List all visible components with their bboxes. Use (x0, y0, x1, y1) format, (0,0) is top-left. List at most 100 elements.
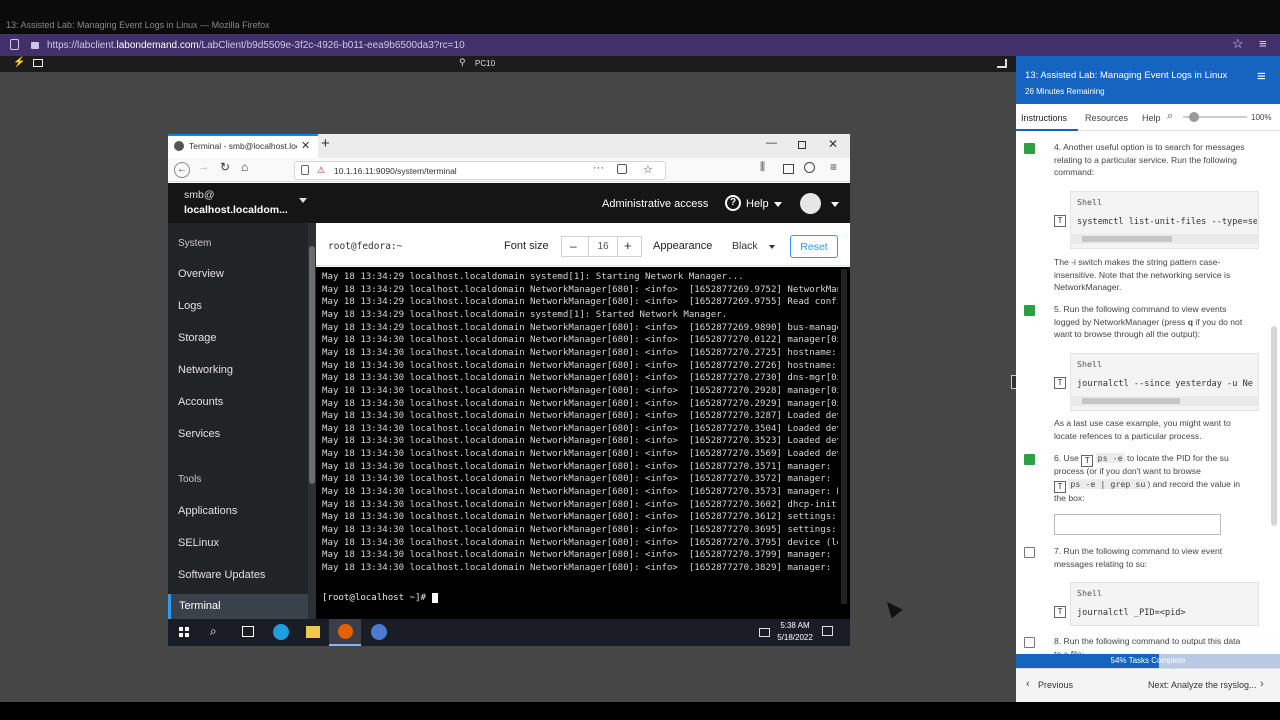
nav-item-logs[interactable]: Logs (178, 300, 202, 312)
nav-item-overview[interactable]: Overview (178, 268, 224, 280)
help-icon[interactable]: ? (725, 195, 741, 211)
step-5-checkbox[interactable] (1024, 305, 1035, 316)
user-name: smb@ (184, 189, 215, 201)
nav-item-applications[interactable]: Applications (178, 505, 237, 517)
nav-item-terminal[interactable]: Terminal (168, 594, 308, 619)
forward-icon[interactable]: → (198, 161, 209, 173)
pid-answer-input[interactable] (1054, 514, 1221, 535)
appearance-select[interactable]: Black (725, 236, 777, 257)
close-window-icon[interactable]: ✕ (828, 137, 838, 151)
zoom-value: 100% (1251, 113, 1272, 122)
taskbar-time[interactable]: 5:38 AM (776, 621, 814, 630)
tab-resources[interactable]: Resources (1085, 113, 1128, 123)
task-view-icon[interactable] (242, 626, 254, 637)
remote-app-icon[interactable] (371, 624, 387, 640)
nav-item-accounts[interactable]: Accounts (178, 396, 223, 408)
host-selector[interactable]: localhost.localdom... (184, 204, 288, 216)
restore-icon[interactable] (798, 141, 806, 149)
step-8-checkbox[interactable] (1024, 637, 1035, 648)
font-size-decrease-button[interactable]: – (570, 239, 577, 253)
tab-terminal[interactable]: Terminal - smb@localhost.loca ✕ (168, 134, 318, 158)
edge-icon[interactable] (273, 624, 289, 640)
font-size-stepper[interactable]: – 16 + (561, 236, 642, 257)
zoom-slider-thumb[interactable] (1189, 112, 1199, 122)
nav-item-software-updates[interactable]: Software Updates (178, 569, 265, 581)
menu-icon[interactable]: ≡ (1259, 36, 1267, 51)
help-menu[interactable]: Help (746, 198, 769, 210)
step-6-text-4: the box: (1054, 493, 1085, 503)
previous-button[interactable]: Previous (1038, 680, 1073, 690)
step-5-code[interactable]: journalctl --since yesterday -u Ne (1077, 379, 1257, 389)
new-tab-icon[interactable]: + (321, 135, 330, 152)
instructions-scrollbar[interactable] (1271, 326, 1277, 526)
close-tab-icon[interactable]: ✕ (301, 139, 310, 152)
bookmark-star-icon[interactable]: ☆ (643, 163, 653, 176)
step-7-shell-label: Shell (1077, 588, 1102, 598)
power-icon[interactable]: ⚡ (13, 57, 25, 68)
next-button[interactable]: Next: Analyze the rsyslog... (1148, 680, 1257, 690)
notifications-icon[interactable] (822, 626, 833, 636)
menu-icon[interactable]: ≡ (830, 160, 837, 174)
step-6-code-1[interactable]: ps -e (1095, 453, 1125, 463)
monitor-icon[interactable] (33, 59, 43, 67)
step-5-text-2c: if you do not (1193, 316, 1243, 327)
step-6-code-2[interactable]: ps -e | grep su (1068, 479, 1148, 489)
avatar[interactable] (800, 193, 821, 214)
file-explorer-icon[interactable] (306, 626, 320, 638)
reload-icon[interactable]: ↻ (220, 160, 230, 174)
step-4-checkbox[interactable] (1024, 143, 1035, 154)
scroll-thumb[interactable] (1082, 398, 1180, 404)
font-size-value[interactable]: 16 (588, 237, 618, 256)
font-size-increase-button[interactable]: + (624, 238, 632, 253)
account-icon[interactable] (804, 162, 815, 173)
sidebar-icon[interactable] (783, 164, 794, 174)
step-8-text-1: 8. Run the following command to output t… (1054, 636, 1241, 646)
chevron-right-icon[interactable]: › (1260, 678, 1264, 690)
caret-down-icon[interactable] (774, 202, 782, 207)
pocket-icon[interactable] (617, 164, 627, 174)
outer-url-text[interactable]: https://labclient.labondemand.com/LabCli… (47, 40, 465, 51)
nav-item-networking[interactable]: Networking (178, 364, 233, 376)
scroll-thumb[interactable] (1082, 236, 1172, 242)
search-icon[interactable]: ⌕ (210, 624, 217, 639)
inner-url-field[interactable]: ⚠ 10.1.16.11:9090/system/terminal ☆ ··· (294, 161, 666, 180)
step-7-code[interactable]: journalctl _PID=<pid> (1077, 608, 1257, 618)
terminal-output[interactable]: May 18 13:34:29 localhost.localdomain sy… (316, 267, 850, 619)
hamburger-menu-icon[interactable]: ≡ (1257, 68, 1266, 85)
terminal-line: May 18 13:34:30 localhost.localdomain Ne… (322, 373, 838, 384)
more-actions-icon[interactable]: ··· (593, 162, 604, 174)
step-4-code[interactable]: systemctl list-unit-files --type=se (1077, 217, 1257, 227)
pin-icon[interactable]: ⚲ (459, 57, 466, 68)
tab-help[interactable]: Help (1142, 113, 1161, 123)
type-text-icon[interactable]: T (1054, 377, 1066, 389)
caret-down-icon[interactable] (831, 202, 839, 207)
back-icon[interactable]: ← (174, 162, 190, 178)
taskbar-date[interactable]: 5/18/2022 (774, 633, 816, 642)
type-text-icon[interactable]: T (1054, 606, 1066, 618)
terminal-line: May 18 13:34:30 localhost.localdomain Ne… (322, 550, 838, 561)
administrative-access-button[interactable]: Administrative access (602, 198, 708, 210)
minimize-icon[interactable]: — (766, 137, 777, 149)
nav-item-storage[interactable]: Storage (178, 332, 217, 344)
type-text-icon[interactable]: T (1054, 215, 1066, 227)
step-7-checkbox[interactable] (1024, 547, 1035, 558)
terminal-prompt[interactable]: [root@localhost ~]# (322, 592, 838, 605)
start-icon[interactable] (179, 627, 189, 637)
network-tray-icon[interactable] (759, 628, 770, 637)
zoom-slider[interactable] (1183, 112, 1247, 122)
tab-instructions[interactable]: Instructions (1016, 104, 1078, 131)
reset-button[interactable]: Reset (790, 235, 838, 258)
caret-down-icon[interactable] (299, 198, 307, 203)
nav-item-selinux[interactable]: SELinux (178, 537, 219, 549)
chevron-left-icon[interactable]: ‹ (1026, 678, 1030, 690)
terminal-scrollbar[interactable] (841, 269, 847, 604)
bookmark-star-icon[interactable]: ☆ (1232, 36, 1244, 52)
terminal-line: May 18 13:34:30 localhost.localdomain Ne… (322, 537, 838, 548)
step-5-code-scrollbar[interactable] (1070, 396, 1259, 406)
library-icon[interactable]: ⫼ (760, 161, 765, 174)
nav-item-services[interactable]: Services (178, 428, 220, 440)
step-4-code-scrollbar[interactable] (1070, 234, 1259, 244)
sidebar-scroll-thumb[interactable] (309, 246, 315, 484)
home-icon[interactable]: ⌂ (241, 160, 248, 174)
step-6-checkbox[interactable] (1024, 454, 1035, 465)
